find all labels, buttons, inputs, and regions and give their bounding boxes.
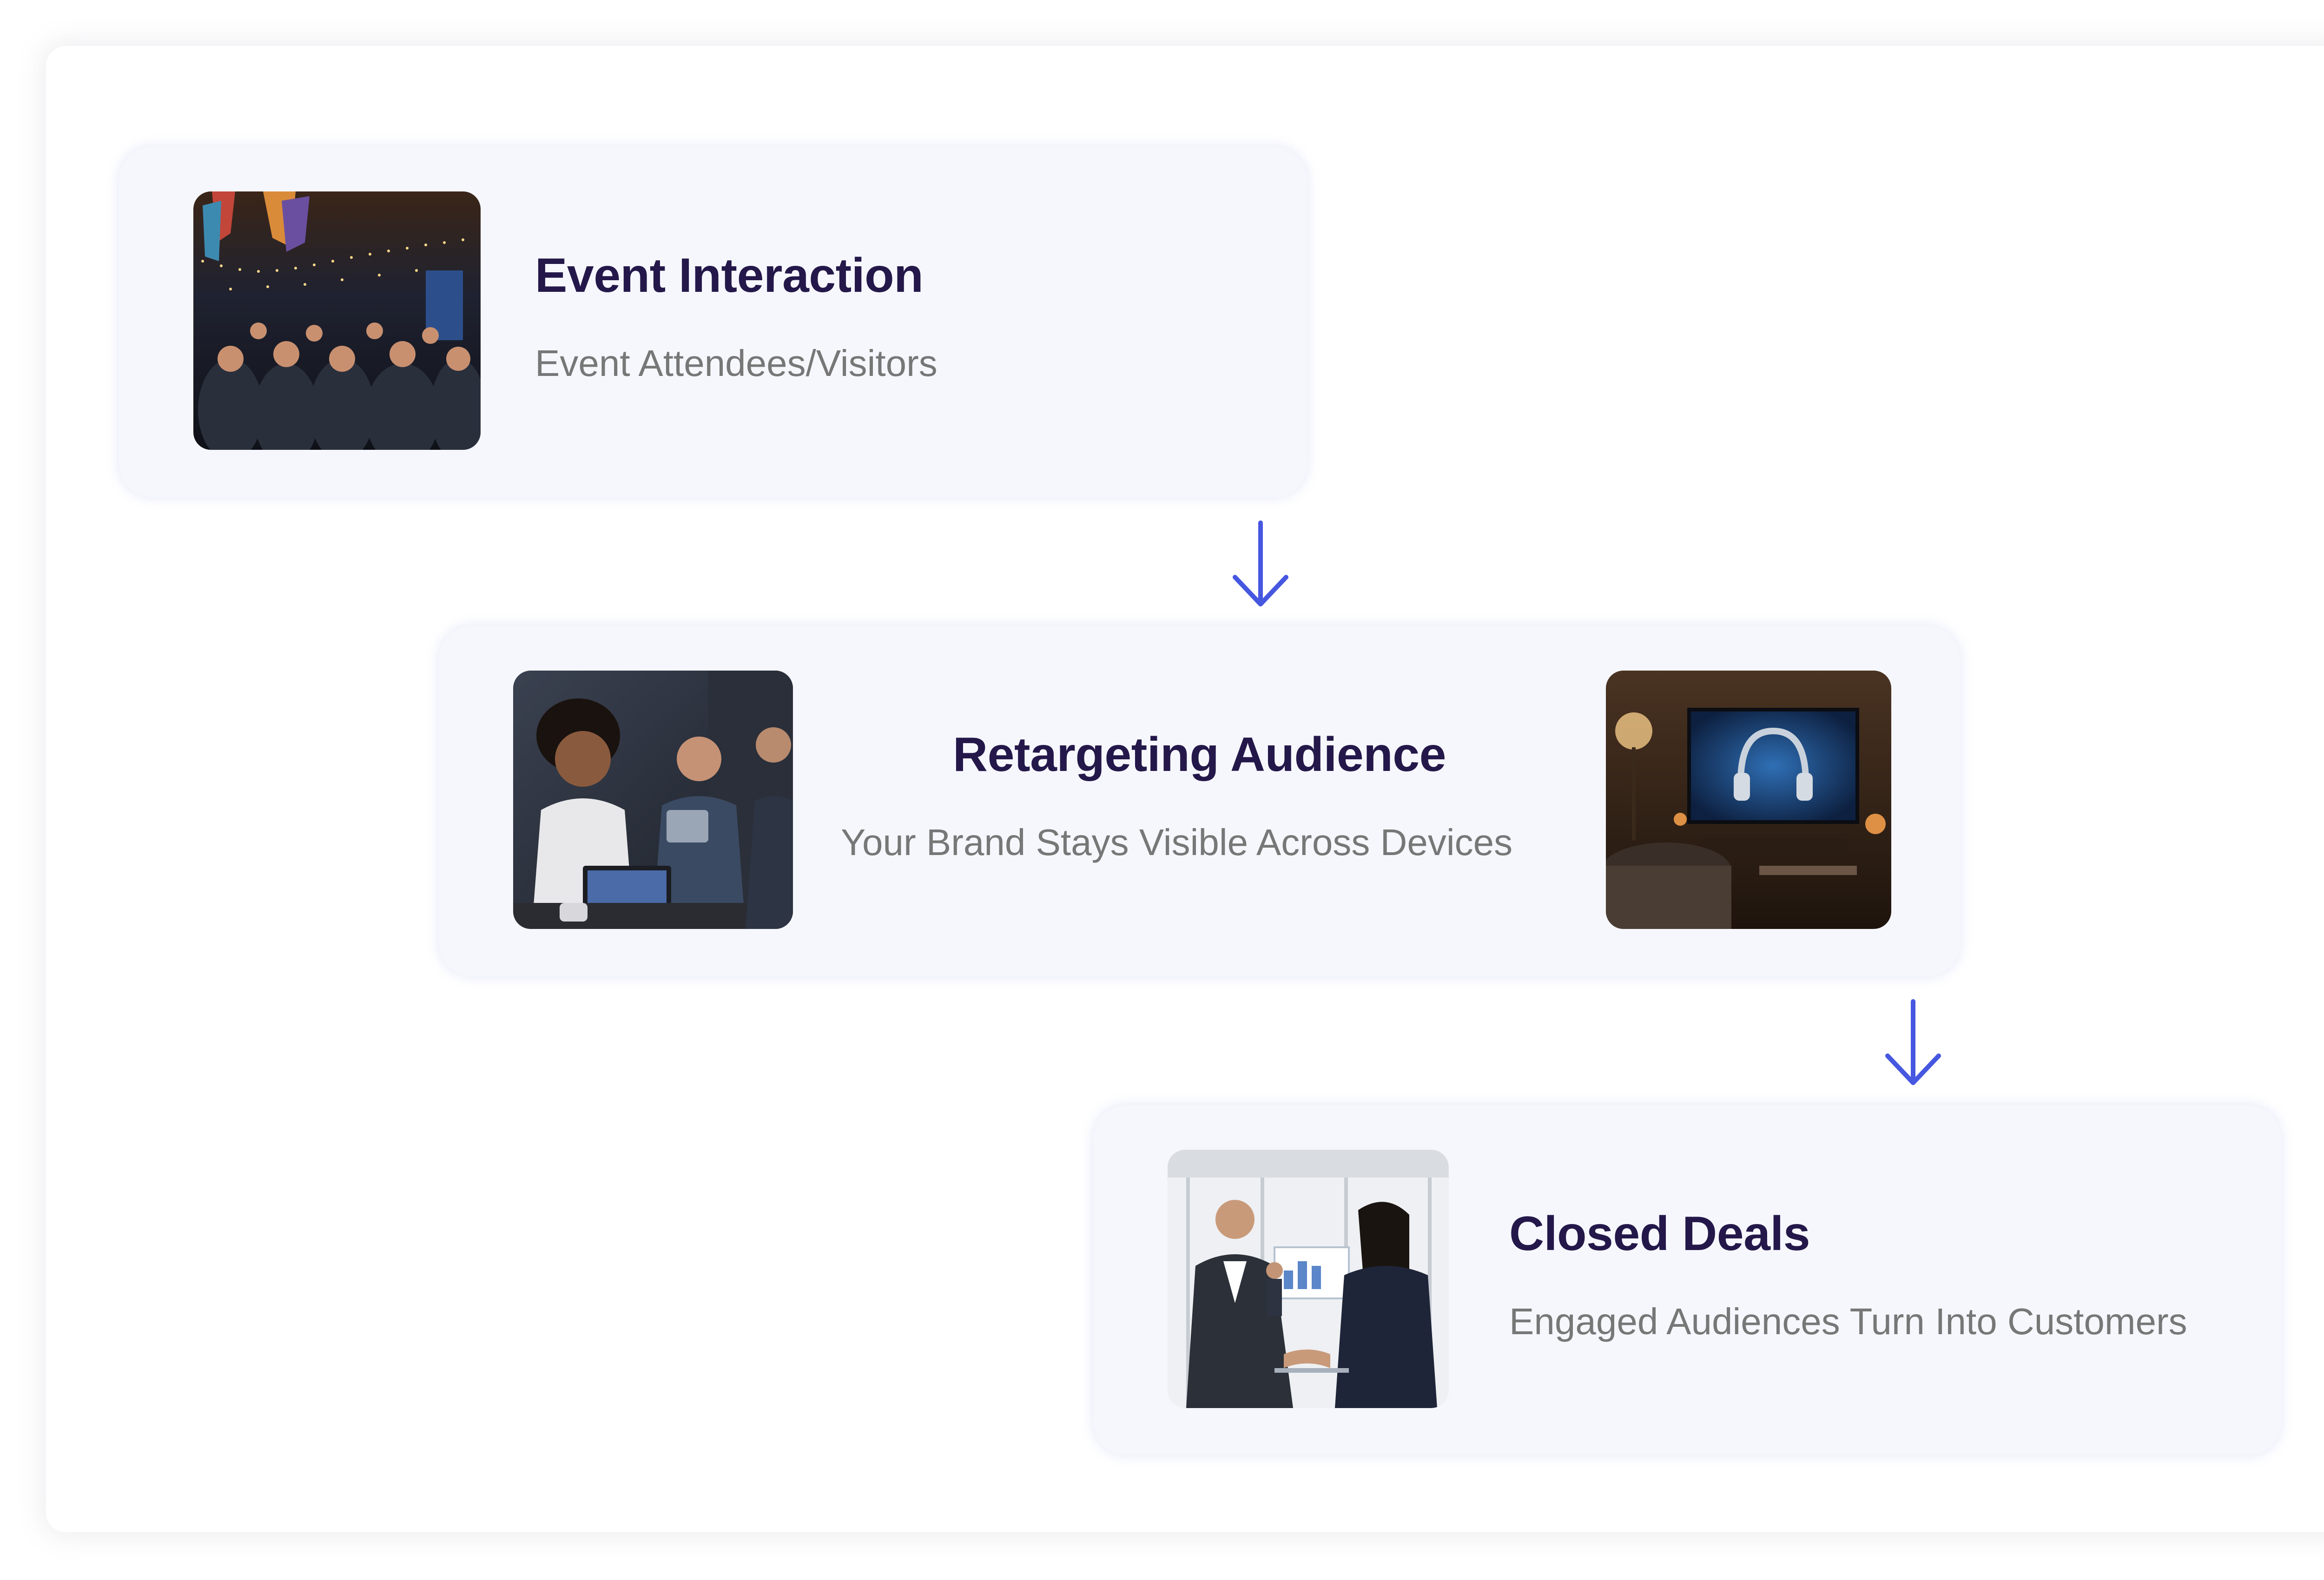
step-title: Retargeting Audience <box>953 728 1446 782</box>
tv-headphones-ad-photo <box>1606 671 1891 929</box>
step-subtitle: Engaged Audiences Turn Into Customers <box>1509 1301 2187 1342</box>
step-card-closed-deals: Closed Deals Engaged Audiences Turn Into… <box>1093 1105 2281 1455</box>
step-title: Event Interaction <box>535 249 924 303</box>
step-card-event-interaction: Event Interaction Event Attendees/Visito… <box>119 147 1307 497</box>
step-title: Closed Deals <box>1509 1207 1810 1261</box>
business-handshake-photo <box>1168 1150 1449 1408</box>
step-card-retargeting-audience: Retargeting Audience Your Brand Stays Vi… <box>439 626 1960 976</box>
event-crowd-photo <box>193 191 481 450</box>
people-with-devices-photo <box>513 671 793 929</box>
arrow-down-icon <box>1230 520 1291 609</box>
arrow-down-icon <box>1883 999 1943 1087</box>
step-subtitle: Event Attendees/Visitors <box>535 342 938 384</box>
step-subtitle: Your Brand Stays Visible Across Devices <box>841 822 1513 863</box>
